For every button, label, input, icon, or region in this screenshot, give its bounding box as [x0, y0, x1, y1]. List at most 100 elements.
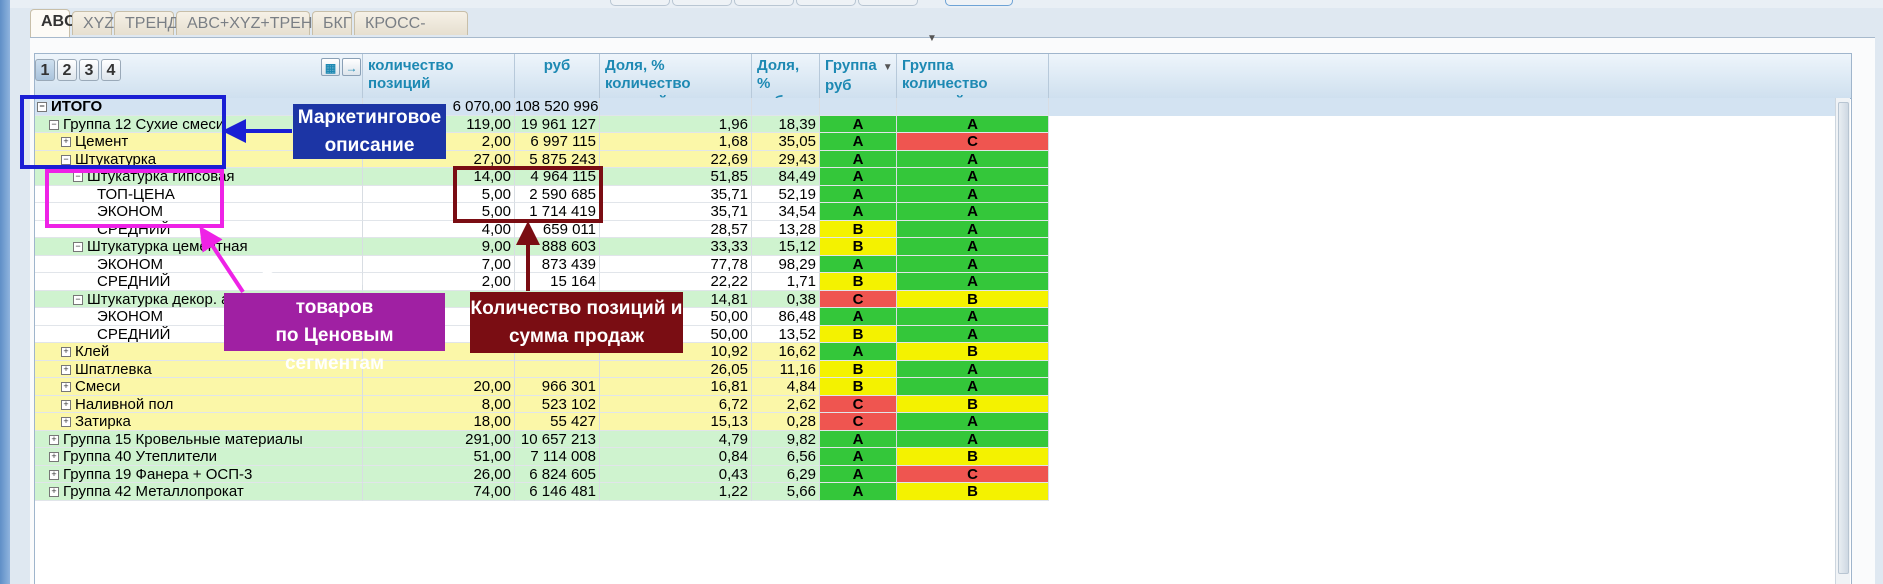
- cell-share-rub: 0,38: [752, 290, 820, 308]
- cell-share-rub: 84,49: [752, 168, 820, 186]
- table-row[interactable]: + Группа 40 Утеплители 51,00 7 114 008 0,84 6…: [35, 448, 1845, 466]
- cell-share-qty: 35,71: [600, 203, 752, 221]
- cell-grp-rub: B: [820, 238, 897, 256]
- header-dimension-cell: 1 2 3 4 ▦ →: [35, 54, 363, 98]
- row-filler: [1049, 360, 1835, 378]
- table-row[interactable]: + Группа 19 Фанера + ОСП-3 26,00 6 824 605 0…: [35, 465, 1845, 483]
- row-filler: [1049, 483, 1835, 501]
- cell-share-rub: 34,54: [752, 203, 820, 221]
- header-group-rub-line2: руб: [825, 77, 852, 94]
- cell-share-rub: 6,29: [752, 465, 820, 483]
- tab-abc-xyz-trend[interactable]: ABC+XYZ+ТРЕНД: [176, 11, 323, 35]
- cell-share-rub: 29,43: [752, 150, 820, 168]
- expand-icon[interactable]: +: [61, 347, 71, 358]
- page-button-2[interactable]: 2: [57, 59, 77, 81]
- table-row[interactable]: + Группа 42 Металлопрокат 74,00 6 146 481 1,…: [35, 483, 1845, 501]
- toolbar-button[interactable]: [945, 0, 1013, 6]
- header-rub[interactable]: руб: [515, 54, 600, 98]
- row-label-text: Шпатлевка: [75, 360, 152, 378]
- table-row[interactable]: − Штукатурка гипсовая 14,00 4 964 115 51,85 8…: [35, 168, 1845, 186]
- table-row[interactable]: + Группа 15 Кровельные материалы 291,00 10 …: [35, 430, 1845, 448]
- vertical-scrollbar[interactable]: [1835, 98, 1850, 584]
- expand-icon[interactable]: +: [49, 469, 59, 480]
- cell-grp-rub: A: [820, 448, 897, 466]
- expand-icon[interactable]: +: [61, 364, 71, 375]
- sort-desc-icon[interactable]: ▼: [883, 62, 893, 73]
- table-row[interactable]: ЭКОНОМ 5,00 1 714 419 35,71 34,54 A A: [35, 203, 1845, 221]
- toolbar-button[interactable]: [610, 0, 670, 6]
- header-group-rub[interactable]: Группа ▼ руб: [820, 54, 897, 98]
- cell-rub: 108 520 996: [515, 98, 600, 116]
- row-filler: [1049, 255, 1835, 273]
- expand-icon[interactable]: +: [61, 417, 71, 428]
- cell-grp-rub: B: [820, 273, 897, 291]
- cell-grp-qty: A: [897, 203, 1049, 221]
- toolbar-button[interactable]: [796, 0, 856, 6]
- header-group-qty[interactable]: Группа количество позиций: [897, 54, 1049, 110]
- page-button-1[interactable]: 1: [35, 59, 55, 81]
- cell-grp-qty: [897, 98, 1049, 116]
- row-filler: [1049, 325, 1835, 343]
- header-share-qty[interactable]: Доля, % количество позиций: [600, 54, 752, 110]
- page-button-3[interactable]: 3: [79, 59, 99, 81]
- cell-share-rub: 13,52: [752, 325, 820, 343]
- table-row[interactable]: + Наливной пол 8,00 523 102 6,72 2,62 C B: [35, 395, 1845, 413]
- cell-share-qty: 1,22: [600, 483, 752, 501]
- cell-share-qty: 33,33: [600, 238, 752, 256]
- row-filler: [1049, 133, 1835, 151]
- cell-grp-qty: A: [897, 413, 1049, 431]
- cell-share-rub: 35,05: [752, 133, 820, 151]
- collapse-arrow-icon[interactable]: ▼: [925, 34, 939, 44]
- toolbar-button[interactable]: [858, 0, 918, 6]
- collapse-icon[interactable]: −: [73, 294, 83, 305]
- cell-share-qty: 28,57: [600, 220, 752, 238]
- header-rub-label: руб: [543, 57, 571, 74]
- cell-share-rub: 0,28: [752, 413, 820, 431]
- table-row[interactable]: + Смеси 20,00 966 301 16,81 4,84 B A: [35, 378, 1845, 396]
- expand-icon[interactable]: +: [49, 487, 59, 498]
- tab-abc[interactable]: ABC: [30, 9, 76, 37]
- cell-rub: 7 114 008: [515, 448, 600, 466]
- distribution-highlight-box: [45, 169, 224, 228]
- row-filler: [1049, 465, 1835, 483]
- toolbar-button[interactable]: [672, 0, 732, 6]
- expand-icon[interactable]: +: [49, 452, 59, 463]
- row-label-text: Группа 42 Металлопрокат: [63, 483, 244, 500]
- marketing-label-line2: описание: [324, 134, 415, 156]
- cell-grp-rub: C: [820, 395, 897, 413]
- app-shell: ABC XYZ ТРЕНД ABC+XYZ+ТРЕНД БКГ КРОСС-ан…: [0, 0, 1883, 584]
- table-row[interactable]: − Штукатурка цементная 9,00 888 603 33,33 15,…: [35, 238, 1845, 256]
- top-toolbar-strip: [0, 0, 1883, 8]
- page-button-4[interactable]: 4: [101, 59, 121, 81]
- tab-trend[interactable]: ТРЕНД: [114, 11, 179, 35]
- row-filler: [1049, 413, 1835, 431]
- cell-share-rub: 52,19: [752, 185, 820, 203]
- table-row[interactable]: + Затирка 18,00 55 427 15,13 0,28 C A: [35, 413, 1845, 431]
- cell-share-qty: 1,68: [600, 133, 752, 151]
- cell-grp-rub: B: [820, 325, 897, 343]
- row-label: + Смеси: [35, 378, 363, 396]
- expand-icon[interactable]: +: [61, 382, 71, 393]
- header-share-rub[interactable]: Доля, % руб: [752, 54, 820, 110]
- column-chooser-icon[interactable]: ▦: [321, 58, 340, 76]
- expand-icon[interactable]: +: [49, 434, 59, 445]
- tab-xyz[interactable]: XYZ: [72, 11, 114, 35]
- header-qty[interactable]: количество позиций: [363, 54, 515, 98]
- cell-share-qty: 77,78: [600, 255, 752, 273]
- cell-grp-rub: B: [820, 360, 897, 378]
- toolbar-button[interactable]: [734, 0, 794, 6]
- table-row[interactable]: СРЕДНИЙ 4,00 659 011 28,57 13,28 B A: [35, 220, 1845, 238]
- collapse-icon[interactable]: −: [73, 242, 83, 253]
- cell-grp-rub: A: [820, 150, 897, 168]
- header-group-qty-line1: Группа: [902, 57, 954, 74]
- table-row[interactable]: ТОП-ЦЕНА 5,00 2 590 685 35,71 52,19 A A: [35, 185, 1845, 203]
- marketing-label: Маркетинговое описание: [293, 104, 446, 159]
- tab-bkg[interactable]: БКГ: [312, 11, 352, 35]
- expand-right-icon[interactable]: →: [342, 58, 361, 76]
- tab-cross-analysis[interactable]: КРОСС-анализ: [354, 11, 468, 56]
- scrollbar-thumb[interactable]: [1838, 102, 1849, 574]
- expand-icon[interactable]: +: [61, 399, 71, 410]
- row-filler: [1049, 343, 1835, 361]
- cell-qty: 291,00: [363, 430, 515, 448]
- qty-sum-label-line2: сумма продаж: [508, 325, 645, 347]
